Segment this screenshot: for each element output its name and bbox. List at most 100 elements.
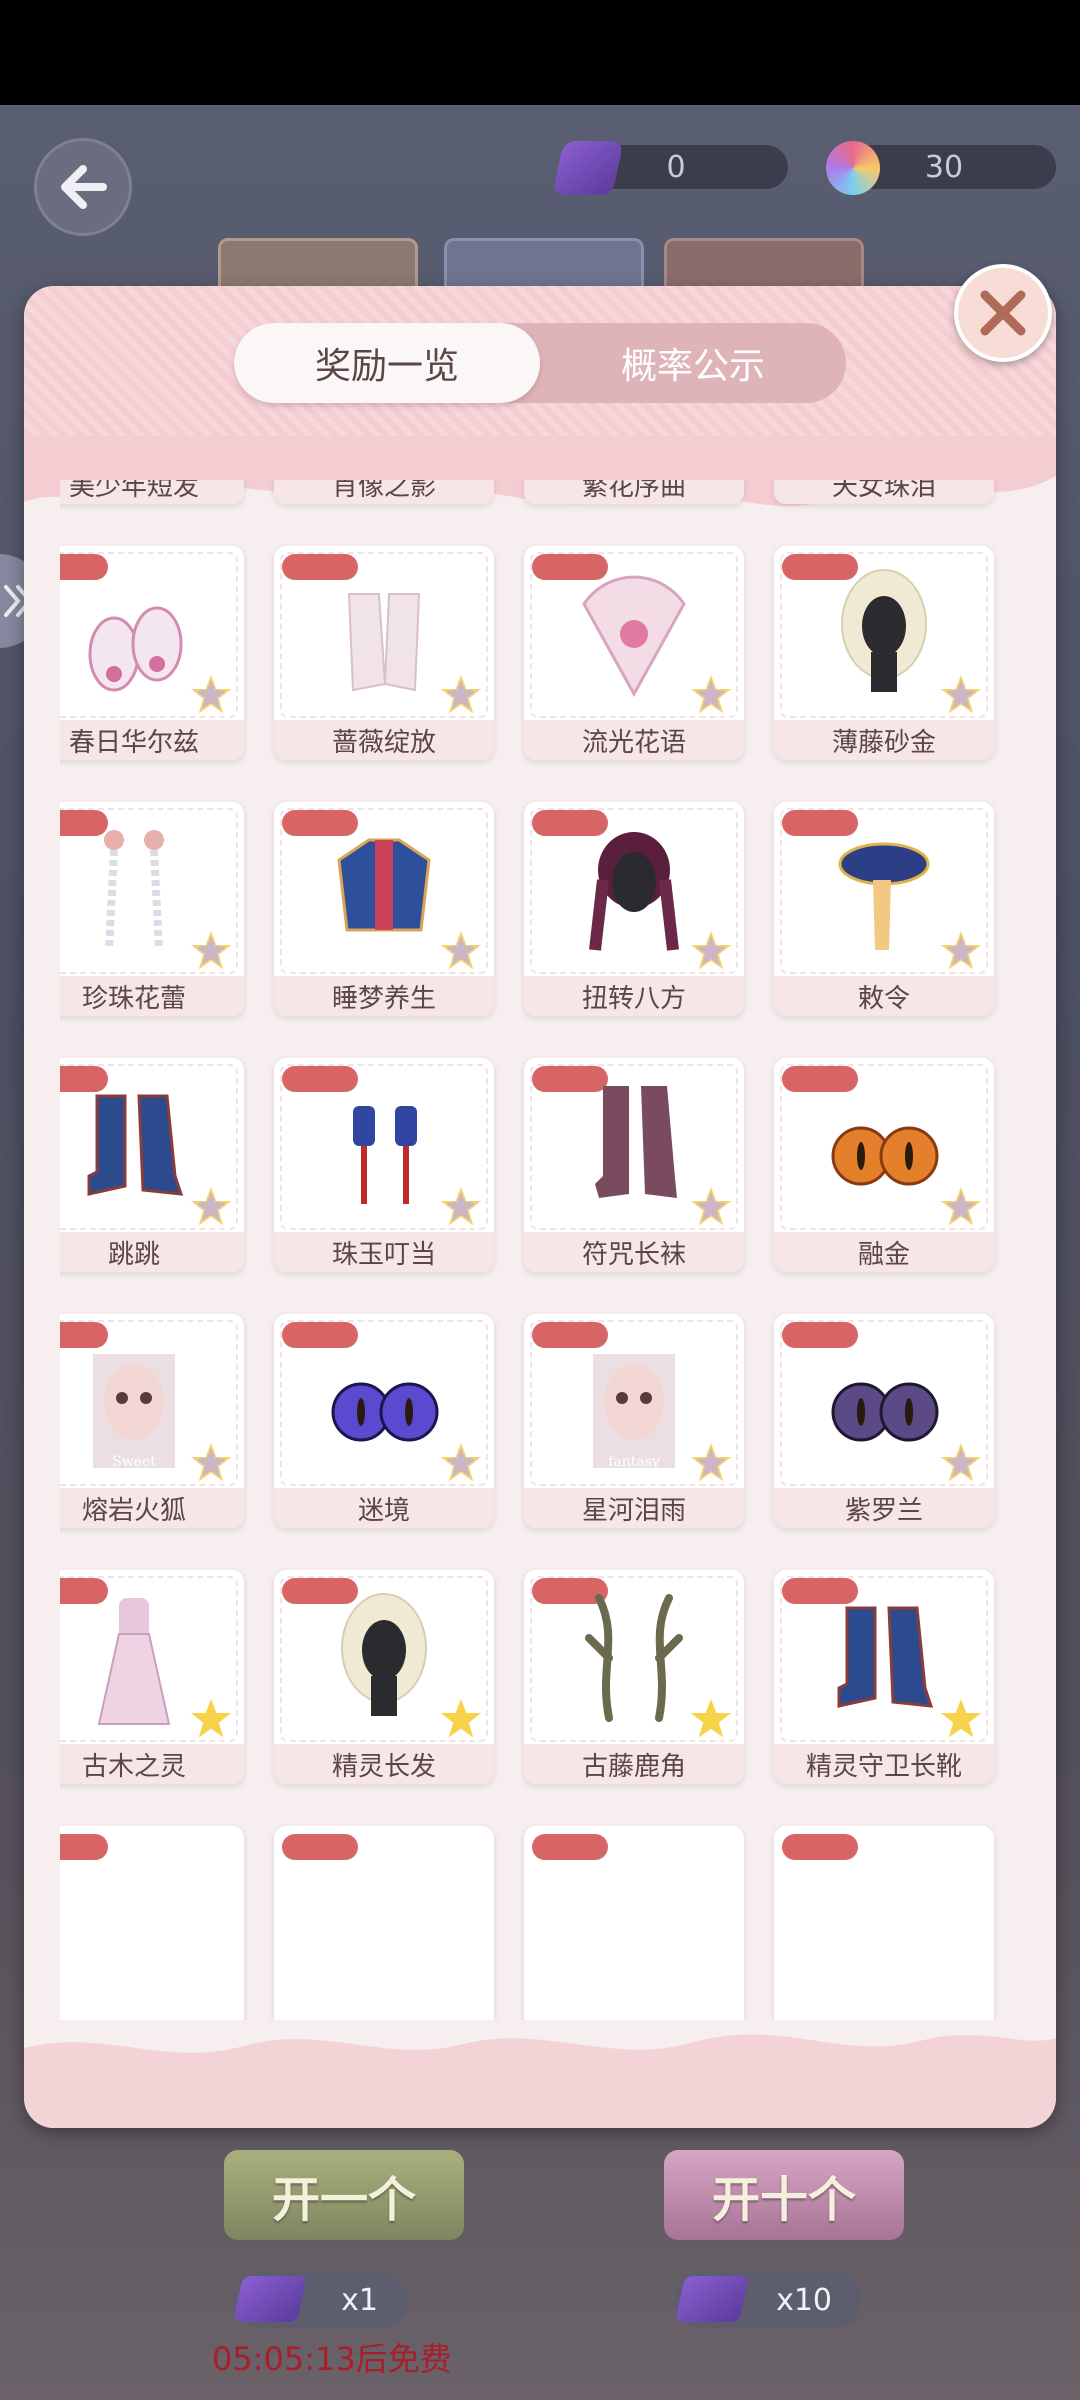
open-one-button[interactable]: 开一个 bbox=[224, 2150, 464, 2240]
star-icon bbox=[186, 670, 236, 719]
reward-name: 美少年短发 bbox=[60, 480, 244, 504]
braid-hair-icon bbox=[589, 832, 679, 951]
eyes-icon bbox=[831, 1126, 939, 1186]
reward-card[interactable]: 薄藤砂金 bbox=[774, 546, 994, 760]
star-icon bbox=[936, 1182, 986, 1231]
reward-card[interactable]: 紫罗兰 bbox=[774, 1314, 994, 1528]
reward-name: 珍珠花蕾 bbox=[60, 976, 244, 1016]
reward-card[interactable]: 扭转八方 bbox=[524, 802, 744, 1016]
eyes-icon bbox=[331, 1382, 439, 1442]
cost-one-badge: x1 bbox=[232, 2272, 408, 2328]
reward-card[interactable]: Sweet 熔岩火狐 bbox=[60, 1314, 244, 1528]
reward-dialog: 奖励一览 概率公示 美少年短发 肖像之影 繁花序曲 天女珠泪春日华尔兹 蔷薇绽放 流光花语… bbox=[24, 286, 1056, 2128]
star-icon bbox=[936, 926, 986, 975]
star-icon bbox=[186, 926, 236, 975]
reward-name: 薄藤砂金 bbox=[774, 720, 994, 760]
open-ten-button[interactable]: 开十个 bbox=[664, 2150, 904, 2240]
star-icon bbox=[686, 926, 736, 975]
long-hair-icon bbox=[341, 1593, 427, 1716]
reward-card[interactable]: 精灵长发 bbox=[274, 1570, 494, 1784]
reward-name: 古藤鹿角 bbox=[524, 1744, 744, 1784]
ticket-icon bbox=[552, 141, 624, 195]
gloves-icon bbox=[347, 593, 421, 692]
reward-name: 扭转八方 bbox=[524, 976, 744, 1016]
reward-card-partial[interactable] bbox=[274, 1826, 494, 2020]
cost-ten-badge: x10 bbox=[674, 2272, 862, 2328]
reward-card-partial[interactable] bbox=[60, 1826, 244, 2020]
face-card-icon: Sweet bbox=[89, 1350, 179, 1472]
tab-reward-list[interactable]: 奖励一览 bbox=[234, 323, 540, 403]
reward-card[interactable]: 繁花序曲 bbox=[524, 480, 744, 504]
star-icon bbox=[436, 1182, 486, 1231]
reward-card[interactable]: 敕令 bbox=[774, 802, 994, 1016]
reward-name: 跳跳 bbox=[60, 1232, 244, 1272]
reward-card[interactable]: 流光花语 bbox=[524, 546, 744, 760]
reward-name: 天女珠泪 bbox=[774, 480, 994, 504]
reward-card-partial[interactable] bbox=[774, 1826, 994, 2020]
reward-grid: 美少年短发 肖像之影 繁花序曲 天女珠泪春日华尔兹 蔷薇绽放 流光花语 薄藤砂金珍珠花蕾 睡梦… bbox=[60, 480, 1020, 2020]
reward-card[interactable]: 珍珠花蕾 bbox=[60, 802, 244, 1016]
reward-card[interactable]: 精灵守卫长靴 bbox=[774, 1570, 994, 1784]
reward-card[interactable]: 睡梦养生 bbox=[274, 802, 494, 1016]
back-button[interactable] bbox=[34, 138, 132, 236]
gem-count: 30 bbox=[924, 149, 964, 185]
rarity-tag bbox=[532, 1834, 608, 1860]
reward-card[interactable]: 符咒长袜 bbox=[524, 1058, 744, 1272]
reward-card[interactable]: 跳跳 bbox=[60, 1058, 244, 1272]
star-icon bbox=[436, 1694, 486, 1743]
reward-name: 精灵长发 bbox=[274, 1744, 494, 1784]
reward-name: 星河泪雨 bbox=[524, 1488, 744, 1528]
reward-card[interactable]: 肖像之影 bbox=[274, 480, 494, 504]
long-hair-icon bbox=[841, 569, 927, 692]
lantern-earrings-icon bbox=[353, 1106, 417, 1204]
cost-one-value: x1 bbox=[341, 2282, 378, 2318]
reward-card[interactable]: fantasy 星河泪雨 bbox=[524, 1314, 744, 1528]
close-button[interactable] bbox=[954, 264, 1052, 362]
ticket-icon bbox=[675, 2276, 749, 2322]
star-icon bbox=[936, 670, 986, 719]
rarity-tag bbox=[60, 1834, 108, 1860]
reward-name: 珠玉叮当 bbox=[274, 1232, 494, 1272]
ticket-icon bbox=[233, 2276, 307, 2322]
antlers-icon bbox=[585, 1594, 683, 1722]
footer-wave-decoration bbox=[24, 2034, 1056, 2128]
free-timer: 05:05:13后免费 bbox=[212, 2340, 452, 2378]
reward-name: 紫罗兰 bbox=[774, 1488, 994, 1528]
reward-name: 熔岩火狐 bbox=[60, 1488, 244, 1528]
reward-card[interactable]: 天女珠泪 bbox=[774, 480, 994, 504]
star-icon bbox=[686, 1694, 736, 1743]
earrings-icon bbox=[104, 830, 164, 951]
face-card-icon: fantasy bbox=[589, 1350, 679, 1472]
reward-name: 迷境 bbox=[274, 1488, 494, 1528]
boots-icon bbox=[837, 1606, 934, 1708]
card-caption: fantasy bbox=[608, 1454, 660, 1470]
star-icon bbox=[186, 1438, 236, 1487]
boots-icon bbox=[87, 1094, 184, 1196]
reward-card[interactable]: 春日华尔兹 bbox=[60, 546, 244, 760]
reward-card[interactable]: 迷境 bbox=[274, 1314, 494, 1528]
back-arrow-icon bbox=[61, 165, 107, 209]
star-icon bbox=[686, 670, 736, 719]
reward-name: 古木之灵 bbox=[60, 1744, 244, 1784]
gem-counter: 30 bbox=[826, 141, 1058, 195]
reward-card[interactable]: 珠玉叮当 bbox=[274, 1058, 494, 1272]
reward-card[interactable]: 美少年短发 bbox=[60, 480, 244, 504]
reward-card[interactable]: 古藤鹿角 bbox=[524, 1570, 744, 1784]
dress-icon bbox=[97, 1598, 171, 1725]
star-icon bbox=[686, 1438, 736, 1487]
rarity-tag bbox=[282, 1834, 358, 1860]
cost-ten-value: x10 bbox=[776, 2282, 832, 2318]
reward-name: 蔷薇绽放 bbox=[274, 720, 494, 760]
reward-name: 春日华尔兹 bbox=[60, 720, 244, 760]
reward-card-partial[interactable] bbox=[524, 1826, 744, 2020]
star-icon bbox=[186, 1694, 236, 1743]
reward-card[interactable]: 古木之灵 bbox=[60, 1570, 244, 1784]
tab-probability[interactable]: 概率公示 bbox=[540, 323, 846, 403]
star-icon bbox=[436, 670, 486, 719]
reward-name: 流光花语 bbox=[524, 720, 744, 760]
reward-name: 睡梦养生 bbox=[274, 976, 494, 1016]
tab-switch: 奖励一览 概率公示 bbox=[234, 323, 846, 403]
reward-card[interactable]: 融金 bbox=[774, 1058, 994, 1272]
status-bar bbox=[0, 0, 1080, 105]
reward-card[interactable]: 蔷薇绽放 bbox=[274, 546, 494, 760]
